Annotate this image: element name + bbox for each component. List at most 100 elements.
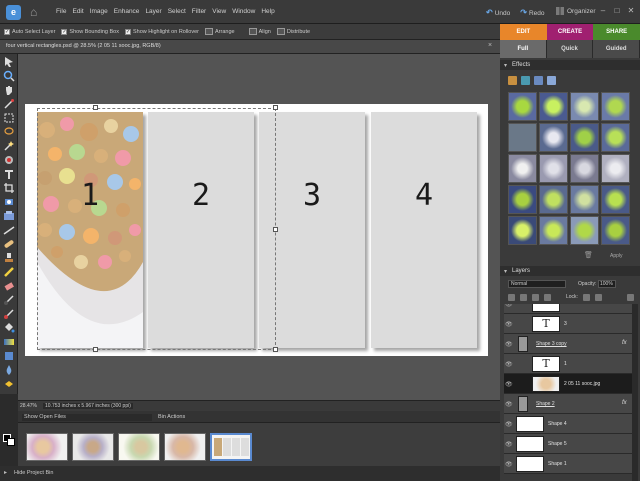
menu-layer[interactable]: Layer [145, 8, 161, 15]
styles-category-icon[interactable] [521, 76, 530, 85]
paint-bucket-tool-icon[interactable] [3, 322, 15, 334]
zoom-tool-icon[interactable] [3, 70, 15, 82]
layer-row[interactable]: 👁 [504, 304, 632, 314]
effect-thumbnail[interactable] [508, 92, 537, 121]
visibility-icon[interactable]: 👁 [505, 361, 513, 368]
layer-row[interactable]: 👁 Shape 2 fx [504, 394, 632, 414]
crop-red-eye-tool-icon[interactable] [3, 154, 15, 166]
effect-thumbnail[interactable] [539, 92, 568, 121]
show-highlight-checkbox[interactable]: ✓ Show Highlight on Rollover [124, 28, 199, 35]
cookie-cutter-tool-icon[interactable] [3, 210, 15, 222]
effect-thumbnail[interactable] [508, 123, 537, 152]
effect-thumbnail[interactable] [508, 185, 537, 214]
trash-icon[interactable]: 🗑 [584, 251, 593, 259]
marquee-tool-icon[interactable] [3, 112, 15, 124]
bin-thumbnail[interactable] [26, 433, 68, 461]
close-icon[interactable]: ✕ [626, 6, 636, 16]
trash-icon[interactable] [626, 293, 634, 301]
show-bounding-checkbox[interactable]: ✓ Show Bounding Box [61, 28, 119, 35]
effect-thumbnail[interactable] [601, 216, 630, 245]
clone-stamp-tool-icon[interactable] [3, 252, 15, 264]
spot-healing-tool-icon[interactable] [3, 238, 15, 250]
crop-tool-icon[interactable] [3, 182, 15, 194]
distribute-button[interactable]: Distribute [276, 28, 310, 35]
home-icon[interactable]: ⌂ [30, 5, 44, 19]
effect-thumbnail[interactable] [570, 154, 599, 183]
transform-handle[interactable] [93, 347, 98, 352]
bin-thumbnail[interactable] [164, 433, 206, 461]
transform-handle[interactable] [273, 347, 278, 352]
arrange-button[interactable]: Arrange [205, 28, 235, 35]
eyedropper-tool-icon[interactable] [3, 98, 15, 110]
quick-selection-tool-icon[interactable] [3, 140, 15, 152]
menu-view[interactable]: View [212, 8, 226, 15]
effect-thumbnail[interactable] [570, 92, 599, 121]
effect-thumbnail[interactable] [570, 216, 599, 245]
move-tool-icon[interactable] [3, 56, 15, 68]
effect-thumbnail[interactable] [539, 216, 568, 245]
mode-guided[interactable]: Guided [593, 40, 640, 58]
bounding-box[interactable] [37, 108, 276, 350]
effect-thumbnail[interactable] [539, 185, 568, 214]
panel-4[interactable]: 4 [371, 112, 477, 348]
menu-image[interactable]: Image [90, 8, 108, 15]
effect-thumbnail[interactable] [539, 123, 568, 152]
bin-thumbnail-active[interactable] [210, 433, 252, 461]
photo-effects-category-icon[interactable] [534, 76, 543, 85]
lock-all-icon[interactable] [594, 293, 602, 301]
auto-select-checkbox[interactable]: ✓ Auto Select Layer [4, 28, 55, 35]
all-effects-category-icon[interactable] [547, 76, 556, 85]
blur-tool-icon[interactable] [3, 364, 15, 376]
transform-handle[interactable] [273, 105, 278, 110]
effect-thumbnail[interactable] [570, 185, 599, 214]
redo-button[interactable]: ↷ Redo [520, 8, 544, 17]
adjustment-layer-icon[interactable] [532, 293, 539, 301]
layer-effects-icon[interactable]: fx [622, 400, 627, 406]
menu-filter[interactable]: Filter [192, 8, 206, 15]
new-layer-icon[interactable] [508, 293, 515, 301]
layer-row[interactable]: 👁 T 1 [504, 354, 632, 374]
visibility-icon[interactable]: 👁 [505, 321, 513, 328]
recompose-tool-icon[interactable] [3, 196, 15, 208]
layer-row[interactable]: 👁 Shape 4 [504, 414, 632, 434]
lock-transparency-icon[interactable] [582, 293, 590, 301]
bin-thumbnail[interactable] [72, 433, 114, 461]
color-swatches[interactable] [3, 434, 15, 446]
visibility-icon[interactable]: 👁 [505, 381, 513, 388]
organizer-button[interactable]: Organizer [556, 7, 596, 15]
blend-mode-select[interactable]: Normal [508, 280, 566, 288]
background-color[interactable] [7, 438, 15, 446]
effect-thumbnail[interactable] [601, 154, 630, 183]
sponge-tool-icon[interactable] [3, 378, 15, 390]
new-group-icon[interactable] [520, 293, 527, 301]
effect-thumbnail[interactable] [570, 123, 599, 152]
layers-panel-header[interactable]: ▾ Layers [500, 266, 640, 276]
mode-full[interactable]: Full [500, 40, 547, 58]
effect-thumbnail[interactable] [601, 185, 630, 214]
gradient-tool-icon[interactable] [3, 336, 15, 348]
straighten-tool-icon[interactable] [3, 224, 15, 236]
maximize-icon[interactable]: □ [612, 6, 622, 16]
zoom-level[interactable]: 28.47% [20, 403, 37, 409]
lasso-tool-icon[interactable] [3, 126, 15, 138]
apply-button[interactable]: Apply [610, 253, 623, 259]
menu-enhance[interactable]: Enhance [114, 8, 140, 15]
close-document-icon[interactable]: × [488, 42, 492, 49]
menu-edit[interactable]: Edit [72, 8, 83, 15]
layer-row-selected[interactable]: 👁 2 05 11 sooc.jpg [504, 374, 632, 394]
visibility-icon[interactable]: 👁 [505, 461, 513, 468]
effect-thumbnail[interactable] [539, 154, 568, 183]
effects-panel-header[interactable]: ▾ Effects [500, 60, 640, 70]
show-open-files-dropdown[interactable]: Show Open Files [22, 414, 152, 421]
bin-actions-menu[interactable]: Bin Actions [158, 414, 185, 420]
eraser-tool-icon[interactable] [3, 280, 15, 292]
layers-scrollbar[interactable] [632, 304, 638, 481]
layer-row[interactable]: 👁 Shape 5 [504, 434, 632, 454]
link-layers-icon[interactable] [544, 293, 551, 301]
smart-brush-tool-icon[interactable] [3, 308, 15, 320]
bin-thumbnail[interactable] [118, 433, 160, 461]
tab-create[interactable]: CREATE [546, 24, 594, 40]
tab-edit[interactable]: EDIT [500, 24, 547, 40]
menu-file[interactable]: File [56, 8, 66, 15]
effect-thumbnail[interactable] [601, 92, 630, 121]
